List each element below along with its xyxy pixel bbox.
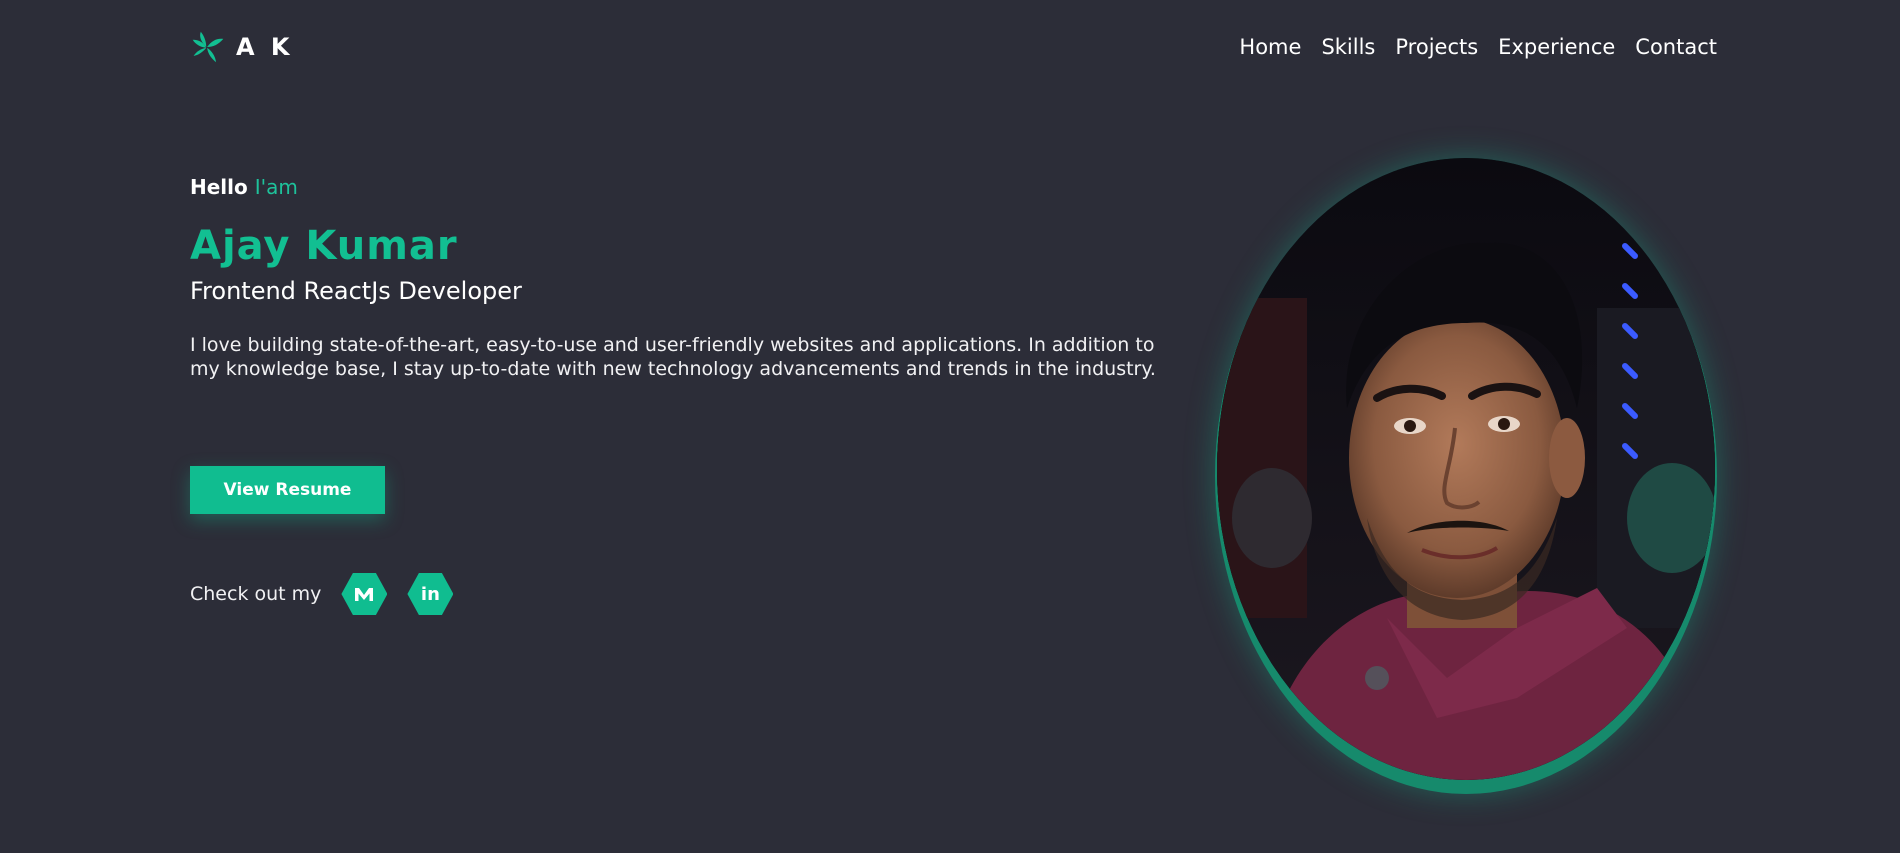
navbar: A K Home Skills Projects Experience Cont… (190, 22, 1717, 72)
nav-experience[interactable]: Experience (1498, 35, 1615, 59)
brand-logo[interactable]: A K (190, 29, 294, 65)
profile-photo-illustration (1217, 158, 1715, 780)
hero-bio: I love building state-of-the-art, easy-t… (190, 334, 1156, 380)
nav-projects[interactable]: Projects (1395, 35, 1478, 59)
medium-link[interactable] (341, 573, 388, 615)
nav-home[interactable]: Home (1239, 35, 1301, 59)
nav-links: Home Skills Projects Experience Contact (1239, 35, 1717, 59)
profile-photo (1217, 158, 1715, 780)
linkedin-link[interactable]: in (407, 573, 454, 615)
nav-contact[interactable]: Contact (1635, 35, 1717, 59)
linkedin-icon: in (420, 583, 440, 605)
social-label: Check out my (190, 583, 322, 605)
view-resume-button[interactable]: View Resume (190, 466, 385, 514)
leaf-logo-icon (192, 31, 224, 63)
page: A K Home Skills Projects Experience Cont… (0, 0, 1900, 853)
greeting: Hello I'am (190, 175, 1170, 205)
hero-name: Ajay Kumar (190, 223, 458, 269)
social-links: Check out my in (190, 571, 473, 617)
greeting-text: Hello (190, 175, 248, 199)
medium-icon (355, 588, 374, 601)
nav-skills[interactable]: Skills (1321, 35, 1375, 59)
hero-intro: Hello I'am Ajay Kumar Frontend ReactJs D… (190, 175, 1170, 615)
hero-role: Frontend ReactJs Developer (190, 277, 522, 305)
brand-text: A K (236, 33, 294, 61)
greeting-accent: I'am (254, 175, 298, 199)
